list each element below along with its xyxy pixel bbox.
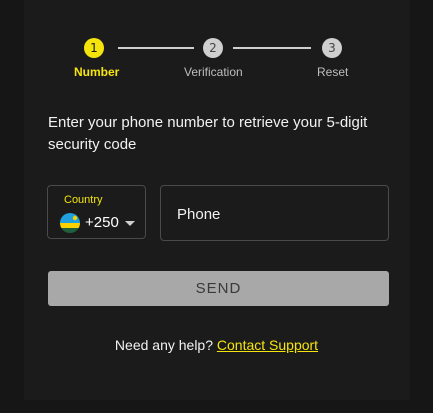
phone-field[interactable] (160, 185, 389, 241)
send-button[interactable]: SEND (48, 271, 389, 306)
progress-stepper: 1 2 3 Number Verification Reset (0, 0, 433, 90)
rwanda-flag-icon (60, 213, 80, 233)
chevron-down-icon (125, 221, 135, 226)
help-line: Need any help? Contact Support (0, 337, 433, 353)
step-1-indicator: 1 (84, 38, 104, 58)
step-connector-1-2 (118, 47, 194, 49)
step-3-label: Reset (317, 65, 349, 79)
step-2-label: Verification (184, 65, 243, 79)
phone-input[interactable] (175, 196, 379, 232)
help-text: Need any help? (114, 337, 213, 353)
step-2-indicator: 2 (203, 38, 223, 58)
dial-code: +250 (85, 214, 119, 231)
contact-support-link[interactable]: Contact Support (217, 337, 318, 353)
step-3-indicator: 3 (322, 38, 342, 58)
country-code-select[interactable]: Country +250 (47, 185, 146, 239)
step-1-label: Number (74, 65, 120, 79)
step-connector-2-3 (233, 47, 311, 49)
country-label: Country (64, 194, 103, 206)
instruction-text: Enter your phone number to retrieve your… (48, 114, 368, 153)
